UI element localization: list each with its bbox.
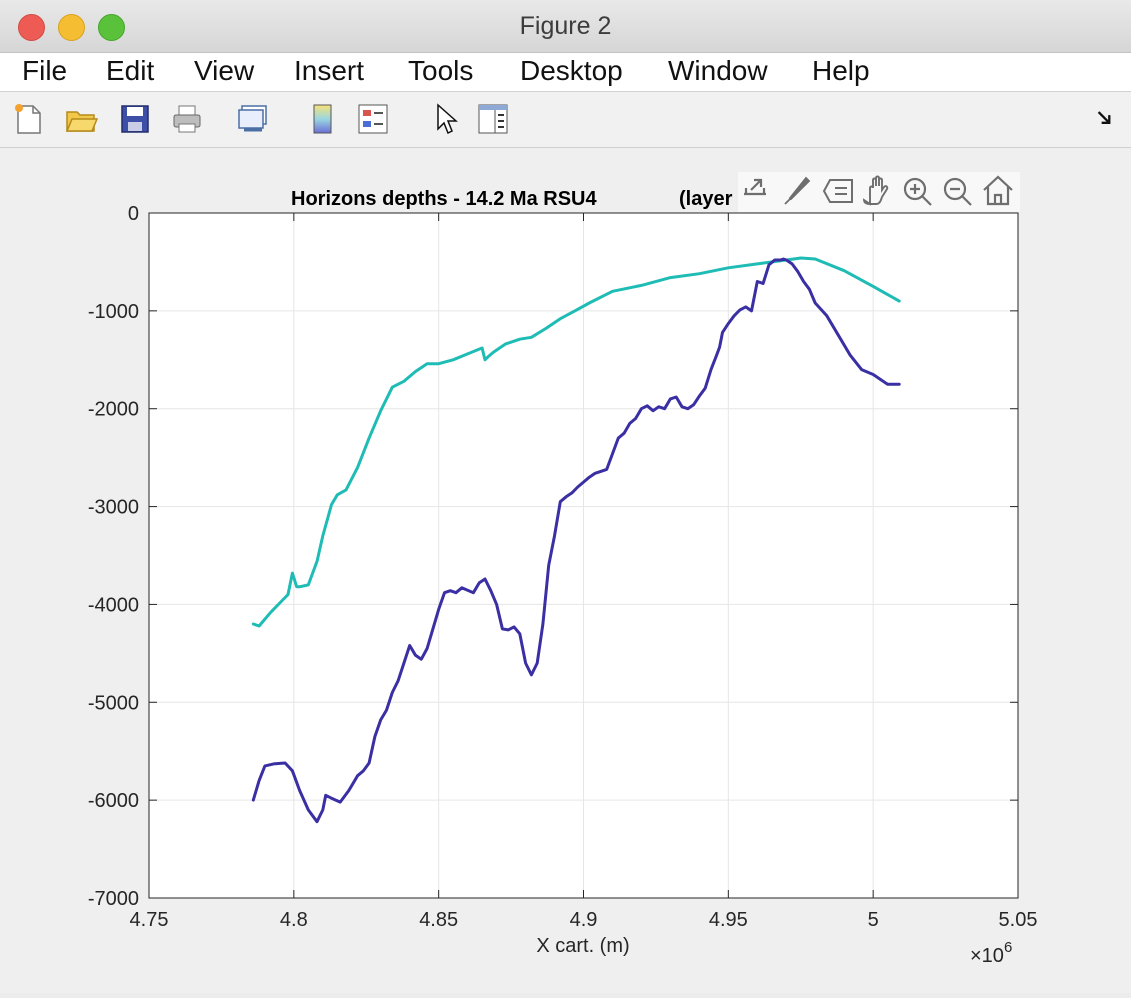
y-tick-label: -5000 [88,692,139,714]
y-tick-label: -6000 [88,790,139,812]
x-tick-label: 4.85 [419,909,458,931]
y-tick-label: -3000 [88,497,139,519]
menu-window[interactable]: Window [668,55,768,87]
menu-view[interactable]: View [194,55,254,87]
new-figure-icon[interactable] [12,102,46,136]
menu-bar: File Edit View Insert Tools Desktop Wind… [0,53,1131,92]
x-tick-label: 5 [868,909,879,931]
link-plot-icon[interactable] [236,102,270,136]
menu-help[interactable]: Help [812,55,870,87]
y-tick-labels: 0 -1000 -2000 -3000 -4000 -5000 -6000 -7000 [88,203,139,910]
x-tick-label: 4.95 [709,909,748,931]
save-icon[interactable] [118,102,152,136]
x-axis-label: X cart. (m) [536,935,629,957]
figure-canvas: 4.75 4.8 4.85 4.9 4.95 5 5.05 0 -1000 -2000 -3000… [0,148,1131,993]
print-icon[interactable] [170,102,204,136]
x-tick-label: 4.9 [570,909,598,931]
window-titlebar: Figure 2 [0,0,1131,53]
window-title: Figure 2 [519,12,612,40]
y-tick-label: -2000 [88,399,139,421]
chart-title: Horizons depths - 14.2 Ma RSU4 [291,188,597,210]
y-tick-label: -4000 [88,594,139,616]
plot-area[interactable]: 4.75 4.8 4.85 4.9 4.95 5 5.05 0 -1000 -2000 -3000… [0,148,1131,993]
menu-tools[interactable]: Tools [408,55,473,87]
x-tick-label: 4.75 [130,909,169,931]
figure-toolbar [0,92,1131,148]
dock-arrow-icon[interactable] [1094,102,1120,136]
menu-edit[interactable]: Edit [106,55,154,87]
property-inspector-icon[interactable] [476,102,510,136]
colorbar-icon[interactable] [306,102,340,136]
legend-icon[interactable] [356,102,390,136]
x-tick-labels: 4.75 4.8 4.85 4.9 4.95 5 5.05 [130,909,1038,931]
y-tick-label: -7000 [88,888,139,910]
open-file-icon[interactable] [64,102,98,136]
y-tick-label: 0 [128,203,139,225]
menu-file[interactable]: File [22,55,67,87]
axes-toolbar [738,172,1020,212]
x-axis-multiplier: ×106 [970,939,1012,967]
menu-desktop[interactable]: Desktop [520,55,623,87]
edit-pointer-icon[interactable] [430,102,464,136]
x-tick-label: 5.05 [999,909,1038,931]
x-tick-label: 4.8 [280,909,308,931]
menu-insert[interactable]: Insert [294,55,364,87]
chart-title-layer: (layer [679,188,733,210]
y-tick-label: -1000 [88,301,139,323]
